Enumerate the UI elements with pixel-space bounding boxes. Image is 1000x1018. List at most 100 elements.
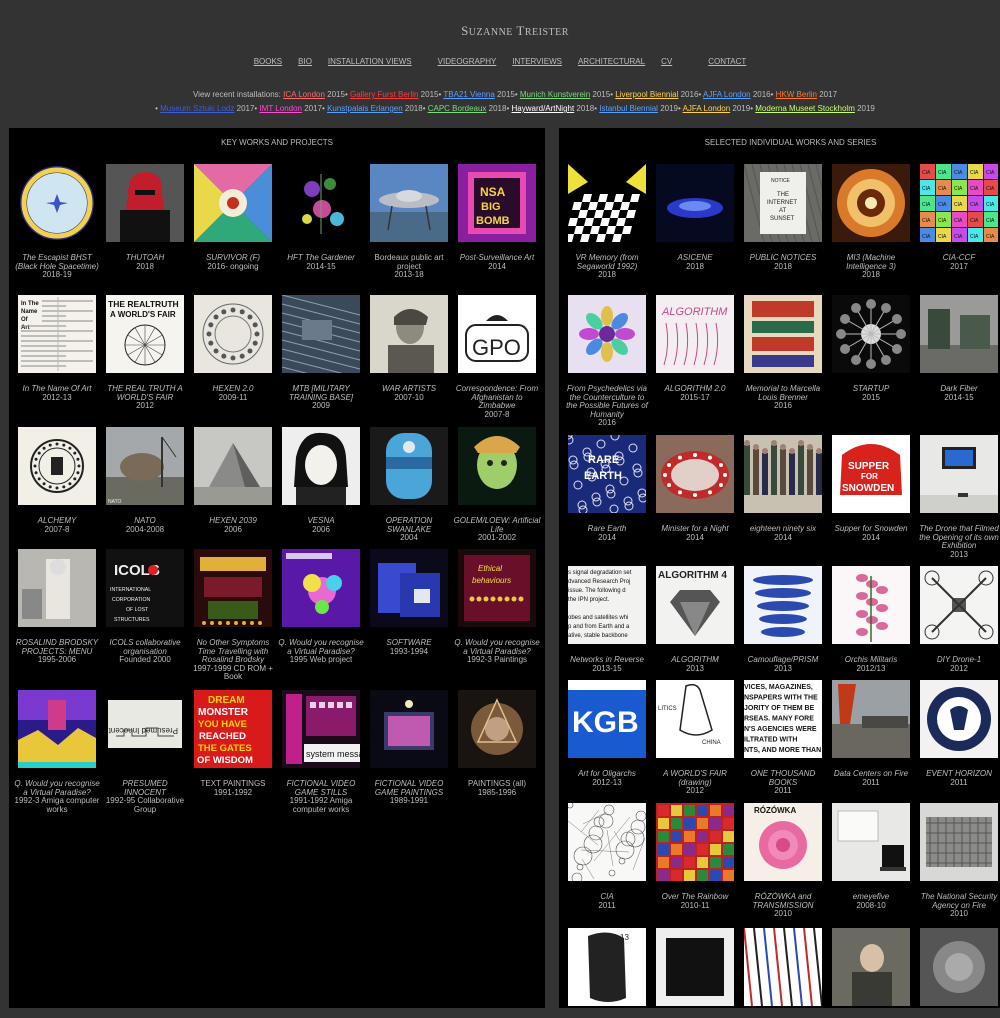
work-title[interactable]: ONE THOUSAND BOOKS [739,769,827,787]
work-thumbnail-image[interactable] [282,164,360,242]
work-thumbnail-image[interactable] [832,164,910,242]
work-title[interactable]: Q. Would you recognise a Virtual Paradis… [13,779,101,797]
work-tile[interactable]: OPERATION SWANLAKE 2004 [365,427,453,543]
work-thumbnail-image[interactable]: system messa [282,690,360,768]
work-tile[interactable]: Bordeaux public art project 2013-18 [365,164,453,280]
work-thumbnail-image[interactable] [18,164,96,242]
work-tile[interactable]: Over The Rainbow 2010-11 [651,803,739,910]
installation-link-capc-bordeaux[interactable]: CAPC Bordeaux [428,104,487,113]
work-title[interactable]: FICTIONAL VIDEO GAME STILLS [277,779,365,797]
work-title[interactable]: Correspondence: From Afghanistan to Zimb… [453,384,541,411]
work-thumbnail-image[interactable] [370,549,448,627]
work-title[interactable]: The Escapist BHST (Black Hole Spacetime) [13,253,101,271]
nav-link-books[interactable]: BOOKS [254,57,282,66]
work-thumbnail-image[interactable] [194,164,272,242]
work-thumbnail-image[interactable] [656,928,734,1006]
work-tile[interactable]: Minister for a Night 2014 [651,435,739,542]
work-thumbnail-image[interactable] [920,435,998,513]
work-thumbnail-image[interactable] [370,295,448,373]
work-tile[interactable] [651,928,739,1018]
work-thumbnail-image[interactable] [656,803,734,881]
work-tile[interactable]: THUTOAH 2018 [101,164,189,271]
work-thumbnail-image[interactable]: ICOLS INTERNATIONAL CORPORATION OF LOST STRU… [106,549,184,627]
work-tile[interactable]: SOFTWARE 1993-1994 [365,549,453,656]
work-tile[interactable]: KGB Art for Oligarchs 2012-13 [563,680,651,787]
work-title[interactable]: Bordeaux public art project [365,253,453,271]
nav-link-architectural[interactable]: ARCHITECTURAL [578,57,645,66]
work-thumbnail-image[interactable]: CHINA LITICS [656,680,734,758]
work-thumbnail-image[interactable]: 13 [568,928,646,1006]
work-tile[interactable] [827,928,915,1018]
installation-link-ica-london[interactable]: ICA London [283,90,325,99]
work-tile[interactable]: From Psychedelics via the Counterculture… [563,295,651,428]
work-tile[interactable]: GOLEM/LOEW: Artificial Life 2001-2002 [453,427,541,543]
work-thumbnail-image[interactable] [568,803,646,881]
installation-link-tba21-vienna[interactable]: TBA21 Vienna [443,90,494,99]
work-tile[interactable]: VESNA 2006 [277,427,365,534]
work-tile[interactable]: ICOLS INTERNATIONAL CORPORATION OF LOST STRU… [101,549,189,665]
work-tile[interactable]: emeyefive 2008-10 [827,803,915,910]
work-tile[interactable]: ALGORITHM 4 ALGORITHM 2013 [651,566,739,673]
work-tile[interactable]: No Other Symptoms Time Travelling with R… [189,549,277,682]
nav-link-interviews[interactable]: INTERVIEWS [512,57,562,66]
work-tile[interactable]: NATO NATO 2004-2008 [101,427,189,534]
work-thumbnail-image[interactable] [744,435,822,513]
work-tile[interactable]: 13 [563,928,651,1018]
installation-link-munich-kunstverein[interactable]: Munich Kunstverein [520,90,590,99]
installation-link-museum-sztuki-lodz[interactable]: Museum Sztuki Lodz [160,104,234,113]
installation-link-istanbul-biennial[interactable]: Istanbul Biennial [599,104,658,113]
work-thumbnail-image[interactable] [568,164,646,242]
work-tile[interactable] [739,928,827,1018]
work-thumbnail-image[interactable]: NOTICE THE INTERNET AT SUNSET [744,164,822,242]
work-title[interactable]: Q. Would you recognise a Virtual Paradis… [277,638,365,656]
installation-link-hayward-artnight[interactable]: Hayward/ArtNight [512,104,575,113]
nav-link-contact[interactable]: CONTACT [708,57,746,66]
work-thumbnail-image[interactable] [744,295,822,373]
work-tile[interactable]: Data Centers on Fire 2011 [827,680,915,787]
work-title[interactable]: GOLEM/LOEW: Artificial Life [453,516,541,534]
work-thumbnail-image[interactable] [370,164,448,242]
work-thumbnail-image[interactable] [832,566,910,644]
work-tile[interactable]: Orchis Militaris 2012/13 [827,566,915,673]
work-thumbnail-image[interactable] [832,295,910,373]
work-thumbnail-image[interactable] [458,690,536,768]
work-tile[interactable]: ROSALIND BRODSKY PROJECTS: MENU 1995-2006 [13,549,101,665]
work-tile[interactable]: system messa FICTIONAL VIDEO GAME STILLS 1… [277,690,365,814]
work-title[interactable]: FICTIONAL VIDEO GAME PAINTINGS [365,779,453,797]
work-tile[interactable]: The Escapist BHST (Black Hole Spacetime)… [13,164,101,280]
work-tile[interactable]: VICES, MAGAZINES, NSPAPERS WITH THE JORITY… [739,680,827,796]
work-title[interactable]: Memorial to Marcella Louis Brenner [739,384,827,402]
work-thumbnail-image[interactable]: Presumed Innocent [106,690,184,768]
work-thumbnail-image[interactable]: SUPPER FOR SNOWDEN [832,435,910,513]
work-tile[interactable]: The Drone that Filmed the Opening of its… [915,435,1000,559]
work-thumbnail-image[interactable] [744,566,822,644]
installation-link-ajfa-london[interactable]: AJFA London [683,104,731,113]
work-thumbnail-image[interactable] [458,427,536,505]
work-tile[interactable]: CIA CIA CIA CIA CIA CIA CIA CIA CIA CIA CIA CIA CIA C… [915,164,1000,271]
work-thumbnail-image[interactable] [194,295,272,373]
work-thumbnail-image[interactable]: GPO [458,295,536,373]
nav-link-videography[interactable]: VIDEOGRAPHY [438,57,497,66]
work-thumbnail-image[interactable] [920,295,998,373]
nav-link-bio[interactable]: BIO [298,57,312,66]
work-tile[interactable]: CHINA LITICS A WORLD'S FAIR (drawing) 2012 [651,680,739,796]
work-thumbnail-image[interactable]: ALGORITHM [656,295,734,373]
work-tile[interactable]: Camouflage/PRISM 2013 [739,566,827,673]
work-tile[interactable]: DREAM MONSTER YOU HAVE REACHED THE GATES OF W… [189,690,277,797]
work-thumbnail-image[interactable] [920,566,998,644]
work-title[interactable]: OPERATION SWANLAKE [365,516,453,534]
work-title[interactable]: From Psychedelics via the Counterculture… [563,384,651,419]
work-tile[interactable] [915,928,1000,1018]
work-thumbnail-image[interactable]: KGB [568,680,646,758]
work-tile[interactable]: VR Memory (from Segaworld 1992) 2018 [563,164,651,280]
work-title[interactable]: RÓZÓWKA and TRANSMISSION [739,892,827,910]
work-thumbnail-image[interactable]: CIA CIA CIA CIA CIA CIA CIA CIA CIA CIA CIA CIA CIA C… [920,164,998,242]
work-tile[interactable]: NOTICE THE INTERNET AT SUNSET PUBLIC NOTICES 2… [739,164,827,271]
nav-link-cv[interactable]: CV [661,57,672,66]
work-tile[interactable]: s signal degradation set dvanced Research… [563,566,651,673]
work-tile[interactable]: ASICENE 2018 [651,164,739,271]
work-thumbnail-image[interactable]: NATO [106,427,184,505]
work-thumbnail-image[interactable] [106,164,184,242]
work-tile[interactable]: Q. Would you recognise a Virtual Paradis… [277,549,365,665]
work-tile[interactable]: HEXEN 2039 2006 [189,427,277,534]
